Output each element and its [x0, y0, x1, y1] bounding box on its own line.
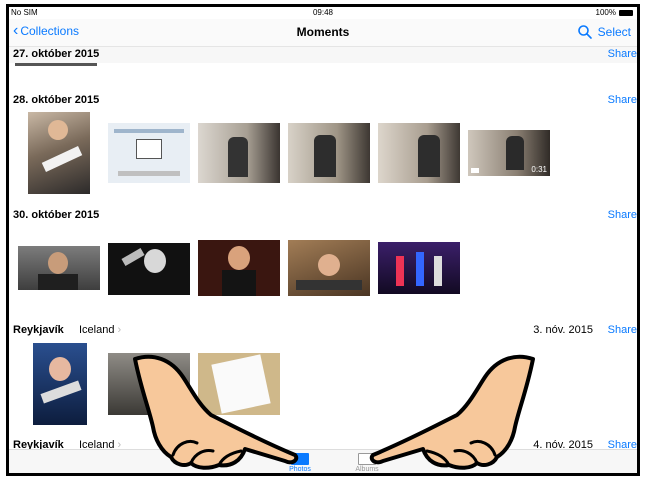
photo-thumbnail[interactable]	[108, 123, 190, 183]
navigation-bar: ‹ Collections Moments Select	[9, 19, 637, 47]
photo-thumbnail[interactable]	[108, 243, 190, 295]
sublocation-label: Iceland	[79, 324, 115, 336]
tab-bar: Photos Albums	[9, 449, 637, 473]
select-button[interactable]: Select	[598, 25, 631, 39]
section-header: 28. október 2015 Share	[9, 93, 637, 109]
video-duration: 0:31	[531, 165, 547, 174]
photo-thumbnail[interactable]	[15, 63, 97, 66]
photo-thumbnail[interactable]	[288, 240, 370, 296]
pointing-hand-icon	[369, 354, 535, 470]
clock: 09:48	[312, 8, 334, 17]
photo-thumbnail[interactable]	[378, 242, 460, 294]
section-date: 3. nóv. 2015	[533, 324, 593, 336]
section-header: 30. október 2015 Share	[9, 208, 637, 224]
section-date: 30. október 2015	[13, 209, 100, 221]
photo-thumbnail[interactable]	[288, 123, 370, 183]
share-button[interactable]: Share	[608, 209, 637, 221]
section-header: 27. október 2015 Share	[9, 47, 637, 63]
photo-thumbnail[interactable]	[33, 343, 87, 425]
photo-thumbnail[interactable]	[18, 246, 100, 290]
pointing-hand-icon	[133, 354, 299, 470]
section-header: Reykjavík Iceland › 3. nóv. 2015 Share	[9, 323, 637, 339]
share-button[interactable]: Share	[608, 94, 637, 106]
section-date: 28. október 2015	[13, 94, 100, 106]
photo-thumbnail[interactable]	[198, 240, 280, 296]
photo-thumbnail[interactable]	[198, 123, 280, 183]
battery-icon	[619, 9, 633, 16]
status-bar: No SIM 09:48 100%	[9, 7, 637, 19]
battery-percent: 100%	[595, 8, 616, 17]
section-date: 27. október 2015	[13, 48, 100, 60]
page-title: Moments	[296, 25, 350, 39]
share-button[interactable]: Share	[608, 324, 637, 336]
battery-indicator: 100%	[596, 8, 633, 17]
video-thumbnail[interactable]: 0:31	[468, 130, 550, 176]
ipad-screen: No SIM 09:48 100% ‹ Collections Moments …	[6, 4, 640, 476]
chevron-right-icon: ›	[117, 324, 122, 336]
photo-thumbnail[interactable]	[378, 123, 460, 183]
section-sublocation[interactable]: Iceland ›	[79, 324, 121, 336]
photo-thumbnail[interactable]	[28, 112, 90, 194]
search-icon[interactable]	[577, 24, 593, 40]
video-camera-icon	[471, 168, 479, 173]
section-location: Reykjavík	[13, 324, 64, 336]
share-button[interactable]: Share	[608, 48, 637, 60]
